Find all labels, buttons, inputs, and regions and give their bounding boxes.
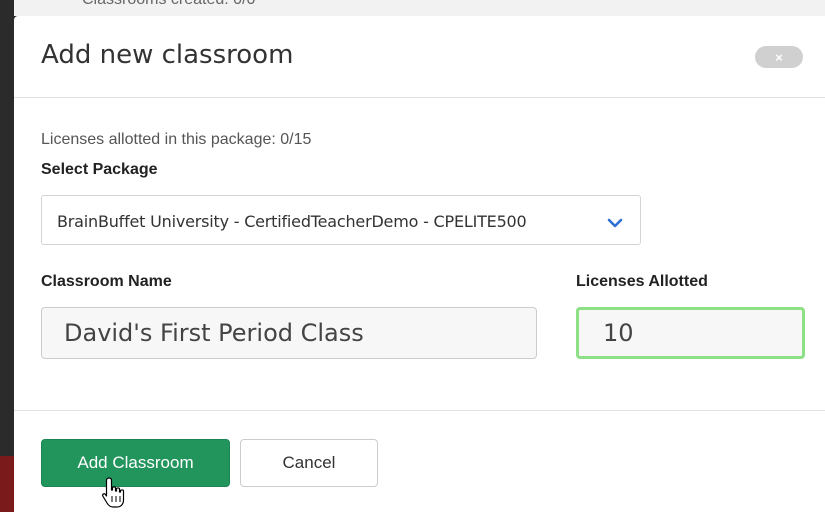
cancel-button[interactable]: Cancel [240,439,378,487]
backdrop-overlay [0,0,14,512]
close-icon: × [775,49,783,65]
hand-pointer-icon [102,477,125,508]
close-button[interactable]: × [755,46,803,68]
classroom-name-input[interactable] [41,307,537,359]
licenses-allotted-input[interactable] [576,307,805,359]
classroom-name-label: Classroom Name [41,273,172,290]
backdrop-page: Classrooms created: 0/0 [0,0,825,16]
backdrop-overlay-accent [0,456,14,512]
modal-header: Add new classroom × [14,16,825,98]
modal-footer: Add Classroom Cancel [14,410,825,512]
backdrop-text: Classrooms created: 0/0 [82,0,255,9]
modal-title: Add new classroom [41,40,294,70]
add-classroom-button[interactable]: Add Classroom [41,439,230,487]
licenses-info-text: Licenses allotted in this package: 0/15 [41,131,312,148]
package-select[interactable]: BrainBuffet University - CertifiedTeache… [41,195,641,245]
select-package-label: Select Package [41,161,158,178]
chevron-down-icon [607,218,623,228]
licenses-allotted-label: Licenses Allotted [576,273,708,290]
add-classroom-modal: Add new classroom × Licenses allotted in… [14,16,825,512]
package-select-value: BrainBuffet University - CertifiedTeache… [57,212,527,231]
